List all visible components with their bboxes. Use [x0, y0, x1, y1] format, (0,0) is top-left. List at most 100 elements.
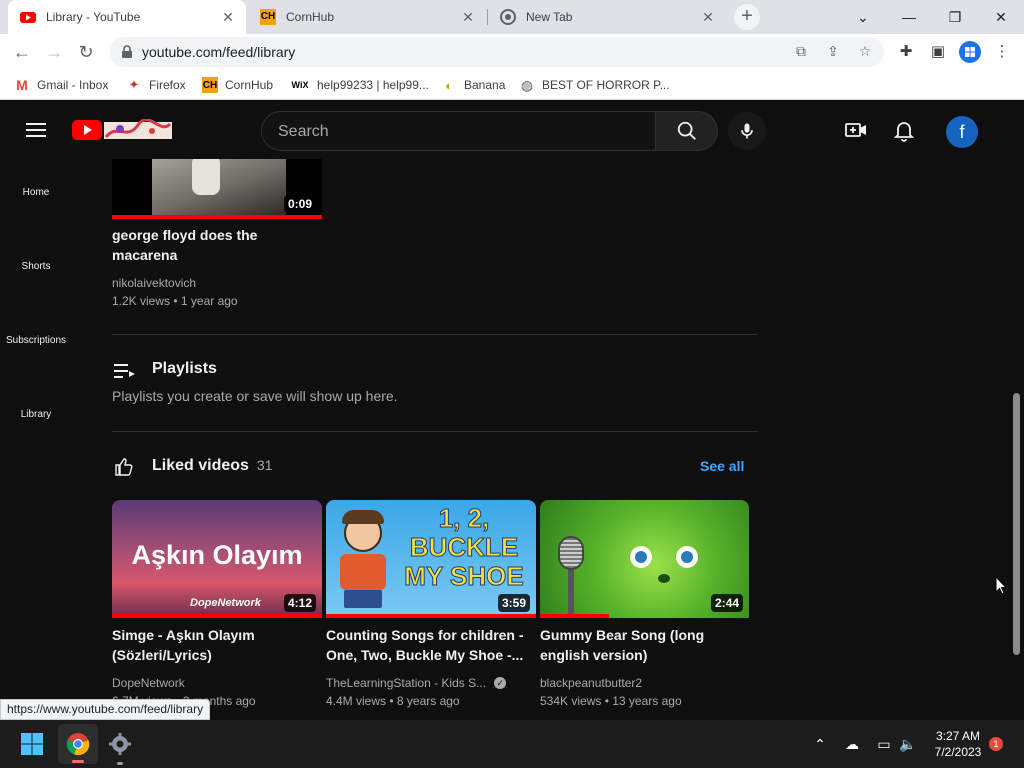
chrome-icon	[500, 9, 516, 25]
channel-name[interactable]: DopeNetwork	[112, 676, 185, 690]
sidebar-item-label: Library	[20, 409, 52, 420]
forward-button[interactable]: →	[40, 38, 68, 66]
network-icon[interactable]: ▭	[875, 736, 893, 754]
back-button[interactable]: ←	[8, 38, 36, 66]
bell-icon[interactable]	[892, 118, 916, 142]
link-status-bubble: https://www.youtube.com/feed/library	[0, 699, 211, 720]
restore-button[interactable]: ❐	[932, 0, 978, 34]
channel-name[interactable]: nikolaivektovich	[112, 276, 196, 290]
close-icon[interactable]: ✕	[218, 9, 238, 26]
reload-button[interactable]: ↻	[72, 38, 100, 66]
youtube-doodle-icon	[72, 118, 172, 140]
sidebar-item-subscriptions[interactable]: Subscriptions	[0, 249, 72, 346]
library-content: 0:09 george floyd does the macarena niko…	[0, 101, 1024, 720]
cloud-off-icon[interactable]: ☁	[843, 736, 861, 754]
chevron-down-icon: ⌄	[857, 8, 869, 25]
side-panel-icon[interactable]: ▣	[928, 42, 948, 62]
taskbar-settings-button[interactable]	[100, 724, 140, 765]
youtube-logo[interactable]	[72, 118, 172, 141]
gummy-bear-eye	[630, 546, 652, 568]
notification-badge[interactable]: 1	[989, 737, 1003, 751]
video-title[interactable]: Counting Songs for children - One, Two, …	[326, 625, 531, 665]
sidebar-item-shorts[interactable]: Shorts	[0, 175, 72, 272]
microphone-stand	[568, 570, 574, 618]
bookmark-firefox[interactable]: ✦ Firefox	[126, 76, 186, 94]
speaker-icon[interactable]: 🔈	[899, 736, 917, 754]
search-button[interactable]	[655, 111, 718, 151]
tab-search-button[interactable]: ⌄	[840, 0, 886, 34]
clock-time: 3:27 AM	[935, 729, 981, 743]
close-icon[interactable]: ✕	[458, 9, 478, 26]
create-video-icon[interactable]	[844, 118, 868, 142]
liked-videos-heading[interactable]: Liked videos 31	[152, 457, 273, 475]
video-stats: 534K views • 13 years ago	[540, 694, 682, 708]
kebab-menu-icon[interactable]: ⋮	[992, 42, 1012, 62]
see-all-link[interactable]: See all	[700, 458, 744, 474]
voice-search-button[interactable]	[728, 112, 766, 150]
cornhub-icon: CH	[202, 77, 218, 93]
duration-badge: 4:12	[283, 594, 316, 612]
system-clock[interactable]: 3:27 AM 7/2/2023	[920, 728, 996, 760]
gummy-bear-nose	[658, 574, 670, 583]
reload-icon: ↻	[78, 41, 94, 62]
tab-new-tab[interactable]: New Tab ✕	[488, 0, 726, 34]
search-input[interactable]: Search	[278, 123, 329, 141]
bookmark-gmail[interactable]: M Gmail - Inbox	[14, 76, 108, 94]
clock-date: 7/2/2023	[934, 745, 982, 759]
channel-name[interactable]: TheLearningStation - Kids S... ✓	[326, 676, 507, 690]
share-icon[interactable]: ⇪	[824, 43, 842, 61]
close-icon[interactable]: ✕	[698, 9, 718, 26]
tab-library-youtube[interactable]: Library - YouTube ✕	[8, 0, 246, 34]
microphone-icon	[741, 123, 753, 139]
duration-badge: 3:59	[497, 594, 530, 612]
bookmarks-bar: M Gmail - Inbox ✦ Firefox CH CornHub WiX hel…	[0, 70, 1024, 100]
video-title[interactable]: Gummy Bear Song (long english version)	[540, 625, 745, 665]
scrollbar[interactable]	[1013, 393, 1020, 655]
watch-progress-bar	[540, 614, 609, 618]
video-title[interactable]: Simge - Aşkın Olayım (Sözleri/Lyrics)	[112, 625, 317, 665]
wix-icon: WiX	[291, 80, 309, 90]
thumbnail-watermark: DopeNetwork	[190, 597, 261, 609]
tab-title: CornHub	[286, 10, 335, 24]
liked-video-thumbnail[interactable]: 1, 2, BUCKLE MY SHOE 3:59	[326, 500, 536, 618]
address-bar[interactable]: youtube.com/feed/library ⧉ ⇪ ☆	[110, 37, 884, 67]
channel-name[interactable]: blackpeanutbutter2	[540, 676, 642, 690]
close-window-button[interactable]: ✕	[978, 0, 1024, 34]
firefox-icon: ✦	[128, 77, 140, 92]
open-in-app-icon[interactable]: ⧉	[792, 43, 810, 61]
windows-start-icon[interactable]	[20, 732, 44, 756]
extensions-icon[interactable]: ✚	[896, 42, 916, 62]
search-box[interactable]: Search	[261, 111, 656, 151]
bookmark-banana[interactable]: ◐ Banana	[441, 76, 505, 94]
sidebar-item-library[interactable]: Library	[0, 323, 72, 420]
section-divider	[112, 334, 757, 335]
minimize-button[interactable]: —	[886, 0, 932, 34]
search-icon	[677, 121, 696, 140]
new-tab-button[interactable]: +	[734, 4, 760, 30]
star-icon[interactable]: ☆	[856, 43, 874, 61]
liked-video-thumbnail[interactable]: 2:44	[540, 500, 749, 618]
bookmark-wix[interactable]: WiX help99233 | help99...	[290, 76, 429, 94]
cornhub-icon: CH	[260, 9, 276, 25]
gmail-icon: M	[16, 77, 28, 93]
chrome-icon	[66, 733, 90, 756]
sidebar-item-home[interactable]: Home	[0, 101, 72, 198]
bookmark-label: Banana	[464, 78, 506, 92]
avatar[interactable]: f	[946, 116, 978, 148]
bookmark-cornhub[interactable]: CH CornHub	[202, 76, 273, 94]
bookmark-horror[interactable]: ◍ BEST OF HORROR P...	[519, 76, 670, 94]
profile-icon[interactable]	[959, 41, 981, 63]
video-stats: 4.4M views • 8 years ago	[326, 694, 460, 708]
tab-cornhub[interactable]: CH CornHub ✕	[248, 0, 486, 34]
video-stats: 1.2K views • 1 year ago	[112, 294, 238, 308]
video-title[interactable]: george floyd does the macarena	[112, 225, 312, 265]
bookmark-label: Firefox	[149, 78, 186, 92]
watch-progress-bar	[112, 614, 322, 618]
chevron-up-icon[interactable]: ⌃	[811, 736, 829, 754]
url-text: youtube.com/feed/library	[142, 44, 296, 60]
tab-strip: Library - YouTube ✕ CH CornHub ✕ New Tab…	[0, 0, 1024, 34]
taskbar-chrome-button[interactable]	[58, 724, 98, 764]
gummy-bear-eye	[676, 546, 698, 568]
globe-icon: ◍	[520, 76, 534, 93]
liked-video-thumbnail[interactable]: Aşkın Olayım DopeNetwork 4:12	[112, 500, 322, 618]
